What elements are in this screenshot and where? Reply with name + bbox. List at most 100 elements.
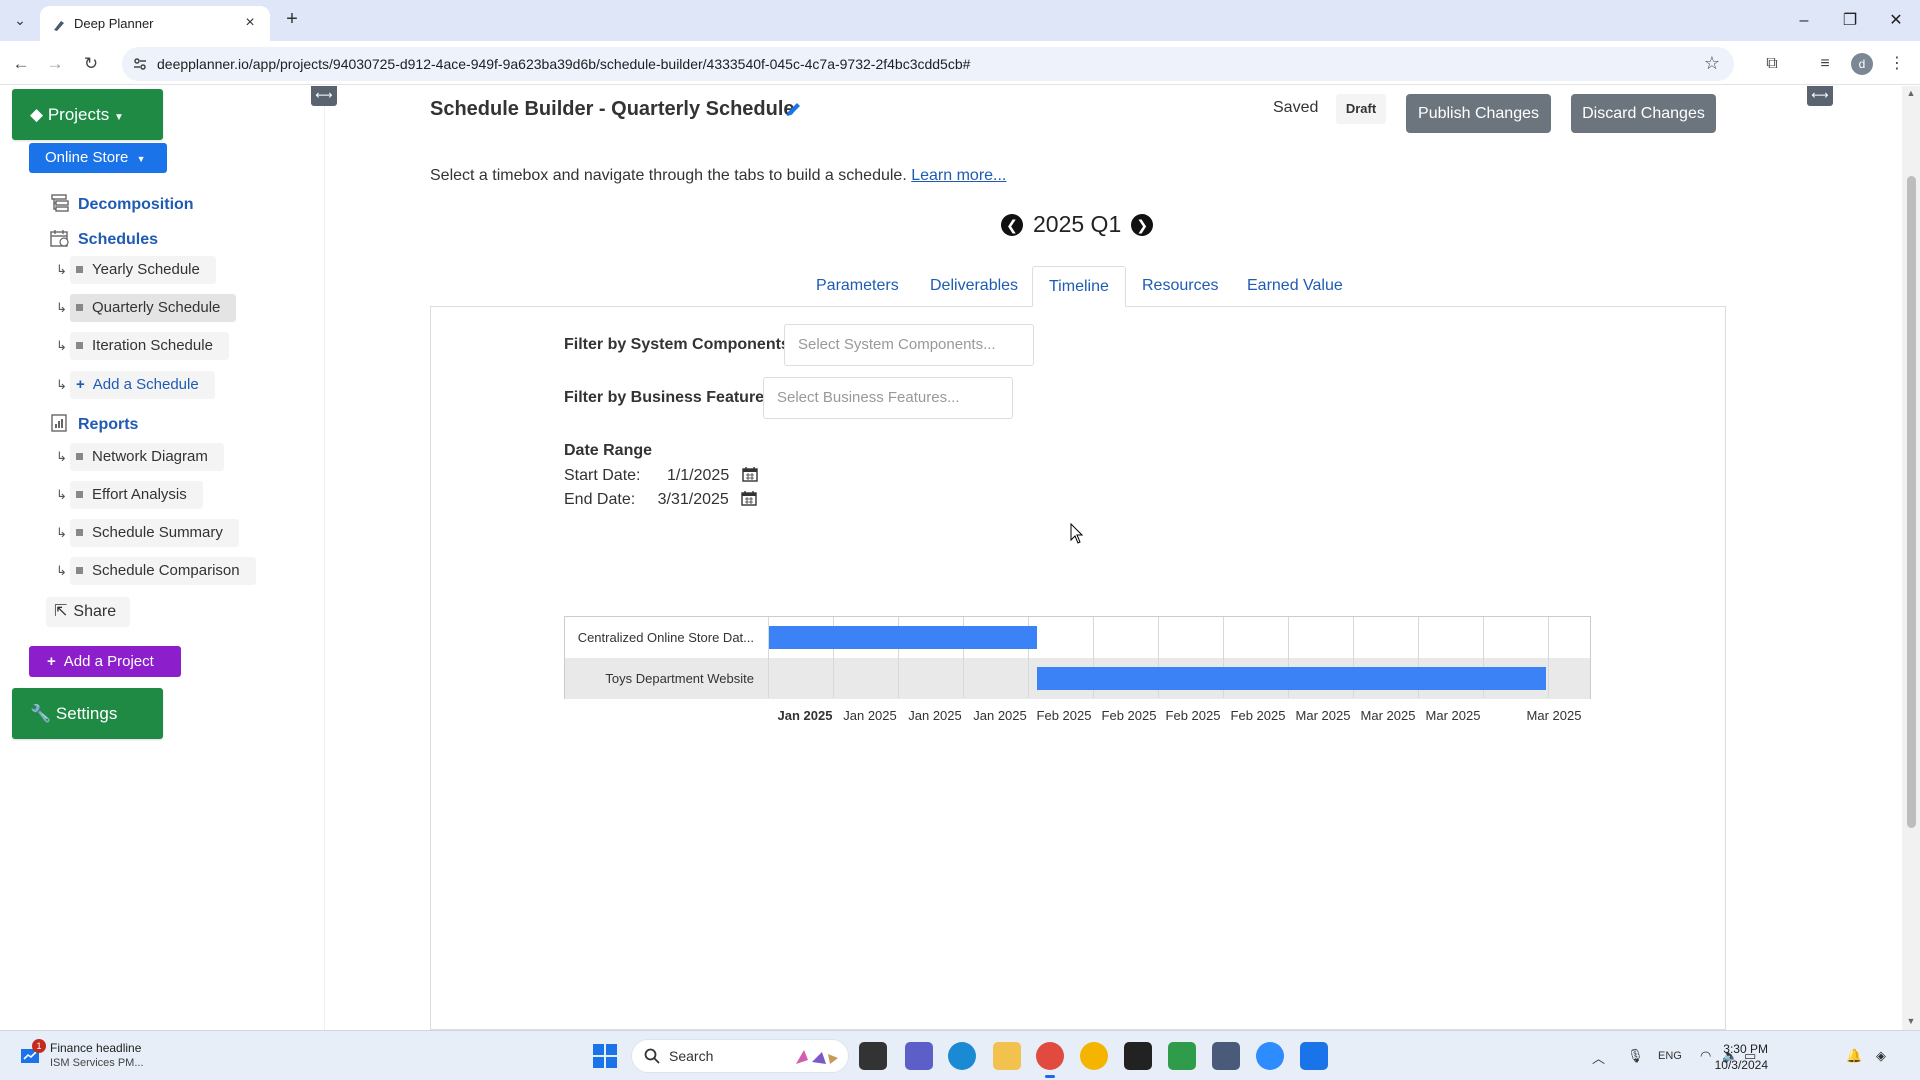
system-components-select[interactable]: Select System Components... [784,324,1034,366]
clock-date: 10/3/2024 [1714,1058,1768,1072]
calendar-icon [50,230,69,247]
collapse-sidebar-button[interactable]: ⟷ [311,86,337,106]
scroll-down-icon[interactable]: ▼ [1906,1016,1916,1026]
tree-branch-icon: ↳ [56,525,67,540]
intro-text: Select a timebox and navigate through th… [430,167,1006,185]
previous-period-icon[interactable]: ❮ [1001,214,1023,236]
period-label: 2025 Q1 [1033,211,1122,237]
file-explorer-icon[interactable] [993,1042,1021,1070]
timeline-tick-label: Jan 2025 [908,708,962,723]
sidebar-item-label: Network Diagram [92,448,208,465]
scroll-up-icon[interactable]: ▲ [1906,88,1916,98]
share-icon: ⇱ [54,603,68,620]
address-bar[interactable]: deepplanner.io/app/projects/94030725-d91… [122,47,1734,81]
sidebar-item-decomposition[interactable]: Decomposition [50,194,194,214]
report-icon [51,414,67,432]
edge-icon[interactable] [948,1042,976,1070]
gantt-row-label: Centralized Online Store Dat... [577,630,754,645]
copilot-icon[interactable]: ◈ [1876,1048,1886,1064]
start-date-label: Start Date: [564,467,641,484]
gantt-bar-centralized-online-store[interactable] [769,626,1037,649]
settings-button[interactable]: 🔧 Settings [12,688,163,739]
calendar-icon[interactable] [741,466,758,482]
download-icon[interactable] [1080,1042,1108,1070]
site-settings-icon[interactable] [132,56,148,72]
chrome-icon[interactable] [1036,1042,1064,1078]
profile-avatar[interactable]: d [1851,53,1873,75]
restore-button[interactable]: ❐ [1827,6,1873,36]
mouse-cursor-icon [1070,523,1084,544]
pen-app-icon[interactable] [1300,1042,1328,1070]
sidebar-item-schedules[interactable]: Schedules [50,229,158,249]
sidebar: ◆ Projects ▼ Online Store ▼ Decompositio… [0,86,325,1030]
back-button[interactable]: ← [8,51,34,77]
tab-title: Deep Planner [74,16,154,31]
caret-down-icon: ▼ [113,112,124,123]
forward-button[interactable]: → [42,51,68,77]
close-window-button[interactable]: ✕ [1873,6,1919,36]
microphone-icon[interactable]: 🎙 [1627,1048,1644,1064]
discard-changes-button[interactable]: Discard Changes [1571,94,1716,133]
sidebar-item-reports[interactable]: Reports [50,414,138,434]
news-widget[interactable]: 1 Finance headline ISM Services PM... [16,1039,176,1073]
share-button[interactable]: ⇱ Share [46,597,131,627]
sidebar-item-label: Iteration Schedule [92,337,213,354]
bullet-icon [76,453,83,460]
tab-timeline[interactable]: Timeline [1032,266,1126,307]
language-indicator[interactable]: ENG [1658,1050,1682,1062]
browser-menu-icon[interactable]: ⋮ [1884,51,1910,77]
gantt-row-label: Toys Department Website [605,671,754,686]
extensions-icon[interactable]: ⧉ [1759,51,1785,77]
gantt-bar-toys-department-website[interactable] [1037,667,1546,690]
tab-earned-value[interactable]: Earned Value [1231,266,1359,307]
tray-overflow-icon[interactable]: ︿ [1592,1048,1605,1067]
minimize-button[interactable]: – [1781,6,1827,36]
intro-description: Select a timebox and navigate through th… [430,167,907,184]
search-icon [644,1048,660,1064]
timeline-tick-label: Mar 2025 [1295,708,1351,723]
scroll-thumb[interactable] [1907,176,1916,828]
sidebar-item-label: Yearly Schedule [92,261,200,278]
close-tab-icon[interactable]: × [240,13,260,33]
add-project-button[interactable]: + Add a Project [29,646,181,677]
business-features-select[interactable]: Select Business Features... [763,377,1013,419]
app-k-icon[interactable] [1124,1042,1152,1070]
new-tab-button[interactable]: + [280,8,304,32]
teams-icon[interactable] [905,1042,933,1070]
start-date-value[interactable]: 1/1/2025 [667,467,729,484]
tree-branch-icon: ↳ [56,487,67,502]
tab-resources[interactable]: Resources [1126,266,1234,307]
gantt-row[interactable]: Centralized Online Store Dat... [565,617,1590,658]
taskbar-clock[interactable]: 3:30 PM 10/3/2024 [1702,1041,1768,1073]
diamond-icon: ◆ [30,105,44,124]
collapse-right-panel-button[interactable]: ⟷ [1807,86,1833,106]
bullet-icon [76,567,83,574]
caret-down-icon: ▼ [136,154,146,164]
reload-button[interactable]: ↻ [78,51,104,77]
page-scrollbar[interactable]: ▲ ▼ [1902,86,1920,1030]
calculator-icon[interactable] [1212,1042,1240,1070]
tab-deliverables[interactable]: Deliverables [914,266,1034,307]
taskbar-search[interactable]: Search [631,1039,849,1073]
pencil-icon[interactable] [784,99,804,119]
windows-start-icon[interactable] [592,1043,618,1069]
notifications-icon[interactable]: 🔔 [1846,1048,1862,1064]
share-label: Share [73,603,117,620]
publish-changes-button[interactable]: Publish Changes [1406,94,1551,133]
project-selector[interactable]: Online Store ▼ [29,143,167,173]
media-controls-icon[interactable]: ≡ [1812,51,1838,77]
end-date-value[interactable]: 3/31/2025 [658,491,729,508]
bullet-icon [76,529,83,536]
file-explorer-dark-icon[interactable] [859,1042,887,1070]
browser-tab[interactable]: Deep Planner × [40,6,270,41]
zoom-icon[interactable] [1256,1042,1284,1070]
learn-more-link[interactable]: Learn more... [911,167,1006,184]
projects-menu-button[interactable]: ◆ Projects ▼ [12,89,163,140]
tab-search-button[interactable]: ⌄ [8,8,32,32]
browser-toolbar: ← → ↻ deepplanner.io/app/projects/940307… [0,41,1920,85]
next-period-icon[interactable]: ❯ [1131,214,1154,236]
bookmark-star-icon[interactable]: ☆ [1704,53,1720,74]
sheets-icon[interactable] [1168,1042,1196,1070]
tab-parameters[interactable]: Parameters [800,266,915,307]
calendar-icon[interactable] [741,490,757,506]
